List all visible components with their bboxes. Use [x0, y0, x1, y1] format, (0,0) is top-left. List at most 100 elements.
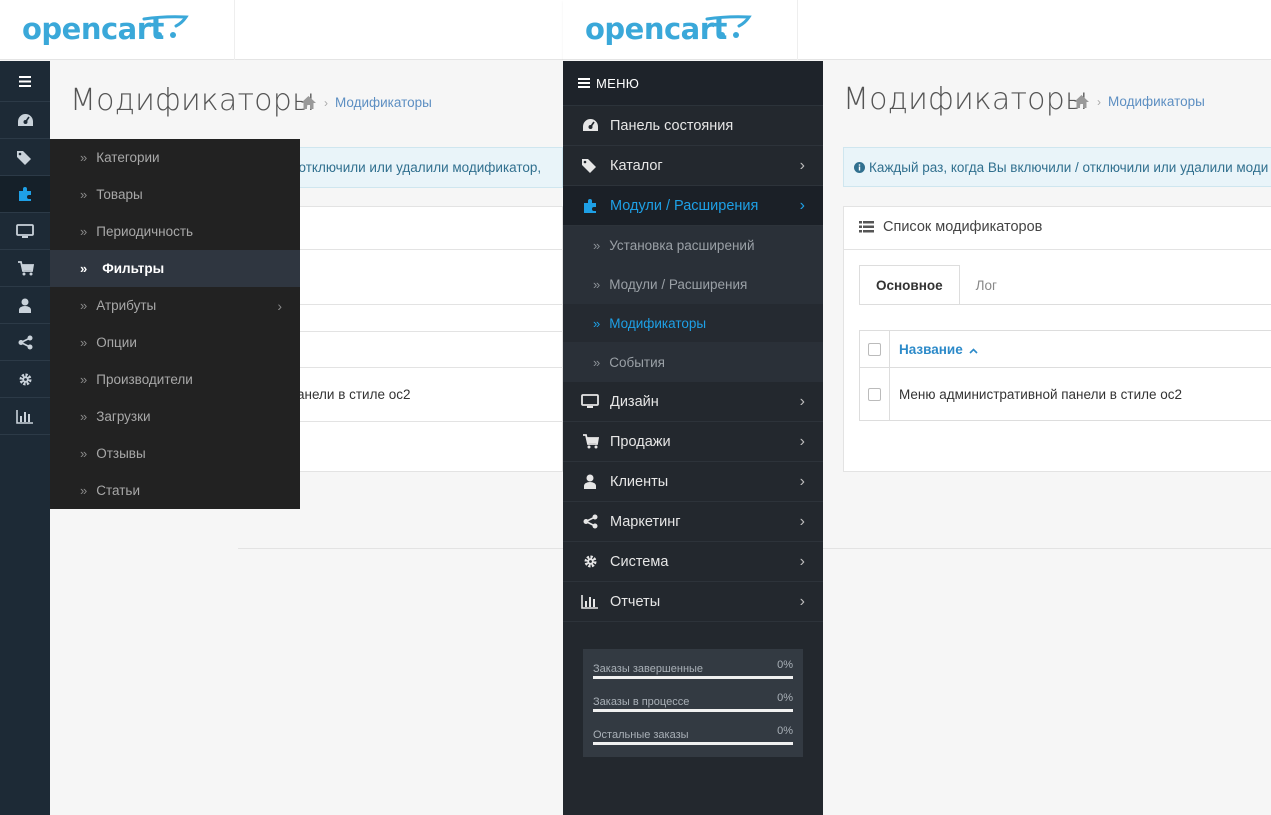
stat-label: Заказы в процессе: [593, 696, 690, 708]
modifier-name-cell: Меню административной панели в стиле ос2: [899, 386, 1183, 402]
content-divider-right: [823, 548, 1271, 549]
flyout-item[interactable]: » Опции: [50, 324, 300, 361]
stat-label: Остальные заказы: [593, 729, 689, 741]
submenu-item[interactable]: » Модификаторы: [563, 304, 823, 343]
menu-toggle-button[interactable]: [0, 61, 50, 102]
rail-item-design[interactable]: [0, 213, 50, 250]
cart-icon: [581, 433, 599, 451]
rail-item-reports[interactable]: [0, 398, 50, 435]
home-icon[interactable]: [300, 95, 317, 110]
double-chevron-icon: »: [80, 409, 88, 424]
home-icon[interactable]: [1073, 94, 1090, 109]
user-icon: [19, 298, 31, 313]
chevron-right-icon: ›: [799, 512, 805, 530]
info-alert: Каждый раз, когда Вы включили / отключил…: [843, 147, 1271, 187]
double-chevron-icon: »: [80, 224, 88, 239]
rail-item-marketing[interactable]: [0, 324, 50, 361]
select-all-checkbox[interactable]: [868, 342, 881, 356]
flyout-item-label: Отзывы: [96, 446, 146, 461]
flyout-item[interactable]: » Загрузки: [50, 398, 300, 435]
menu-item[interactable]: Панель состояния: [563, 106, 823, 146]
flyout-item[interactable]: » Периодичность: [50, 213, 300, 250]
flyout-item[interactable]: » Производители: [50, 361, 300, 398]
stat-progress-bar: [593, 676, 793, 679]
select-all-cell: [860, 331, 890, 367]
double-chevron-icon: »: [593, 276, 601, 292]
menu-header-label: МЕНЮ: [596, 75, 640, 91]
rail-item-customers[interactable]: [0, 287, 50, 324]
chevron-right-icon: ›: [799, 552, 805, 570]
column-header-name[interactable]: Название: [890, 342, 978, 357]
flyout-item-label: Статьи: [96, 483, 140, 498]
menu-item[interactable]: Клиенты ›: [563, 462, 823, 502]
panel-divider: [844, 249, 1271, 250]
page-title: Модификаторы: [70, 83, 316, 118]
rail-item-dashboard[interactable]: [0, 102, 50, 139]
tab-main[interactable]: Основное: [859, 265, 960, 305]
breadcrumb: › Модификаторы: [1073, 94, 1205, 109]
double-chevron-icon: »: [80, 261, 88, 276]
flyout-item[interactable]: » Атрибуты ›: [50, 287, 300, 324]
menu-item[interactable]: Каталог ›: [563, 146, 823, 186]
double-chevron-icon: »: [80, 446, 88, 461]
flyout-item[interactable]: » Товары: [50, 176, 300, 213]
tab-underline: [859, 304, 1271, 305]
flyout-item-label: Производители: [96, 372, 193, 387]
share-icon: [581, 513, 599, 531]
double-chevron-icon: »: [80, 150, 88, 165]
flyout-item[interactable]: » Категории: [50, 139, 300, 176]
sort-asc-icon: [968, 347, 978, 354]
flyout-item-label: Опции: [96, 335, 137, 350]
submenu-item-label: Модули / Расширения: [609, 276, 748, 292]
logo-box[interactable]: opencart: [563, 0, 798, 60]
panel-heading: Список модификаторов: [859, 219, 1042, 235]
tags-icon: [581, 157, 599, 175]
table-header-row: Название: [860, 331, 1271, 368]
menu-item[interactable]: Модули / Расширения ›: [563, 186, 823, 226]
menu-item[interactable]: Отчеты ›: [563, 582, 823, 622]
panel-title: Список модификаторов: [883, 219, 1043, 235]
top-header-left: opencart: [0, 0, 563, 60]
menu-item[interactable]: Продажи ›: [563, 422, 823, 462]
menu-item-label: Модули / Расширения: [610, 197, 759, 214]
menu-item-label: Панель состояния: [610, 117, 734, 134]
flyout-item[interactable]: » Фильтры: [50, 250, 300, 287]
double-chevron-icon: »: [80, 335, 88, 350]
tabs: Основное Лог: [859, 265, 1013, 305]
menu-item[interactable]: Дизайн ›: [563, 382, 823, 422]
menu-header[interactable]: МЕНЮ: [563, 61, 823, 106]
row-checkbox[interactable]: [868, 387, 881, 401]
table-cell-name: анели в стиле ос2: [297, 387, 411, 402]
desktop-icon: [581, 393, 599, 411]
stat-value: 0%: [777, 659, 793, 671]
row-select-cell: [860, 368, 890, 420]
cart-icon: [17, 260, 34, 275]
share-icon: [18, 335, 32, 349]
double-chevron-icon: »: [80, 298, 88, 313]
menu-item[interactable]: Система ›: [563, 542, 823, 582]
rail-item-extensions[interactable]: [0, 176, 50, 213]
stat-row: Заказы завершенные 0%: [593, 659, 793, 692]
submenu-item[interactable]: » События: [563, 343, 823, 382]
rail-item-catalog[interactable]: [0, 139, 50, 176]
sort-by-name-link[interactable]: Название: [899, 342, 963, 357]
menu-item-label: Отчеты: [610, 593, 661, 610]
menu-item[interactable]: Маркетинг ›: [563, 502, 823, 542]
submenu-item[interactable]: » Установка расширений: [563, 226, 823, 265]
logo-box[interactable]: opencart: [0, 0, 235, 60]
flyout-item-label: Загрузки: [96, 409, 151, 424]
rail-item-system[interactable]: [0, 361, 50, 398]
flyout-item-label: Категории: [96, 150, 160, 165]
breadcrumb-link[interactable]: Модификаторы: [1108, 94, 1205, 109]
menu-items: Панель состояния Каталог › Модули / Расшире…: [563, 106, 823, 622]
rail-item-sales[interactable]: [0, 250, 50, 287]
bar-chart-icon: [16, 409, 33, 424]
flyout-item[interactable]: » Отзывы: [50, 435, 300, 472]
breadcrumb-link[interactable]: Модификаторы: [335, 95, 432, 110]
collapsed-sidebar: [0, 61, 50, 815]
tab-log[interactable]: Лог: [960, 265, 1013, 305]
flyout-item[interactable]: » Статьи: [50, 472, 300, 509]
submenu-item[interactable]: » Модули / Расширения: [563, 265, 823, 304]
order-stats: Заказы завершенные 0% Заказы в процессе 0% О…: [583, 649, 803, 757]
menu-item-label: Дизайн: [610, 393, 659, 410]
